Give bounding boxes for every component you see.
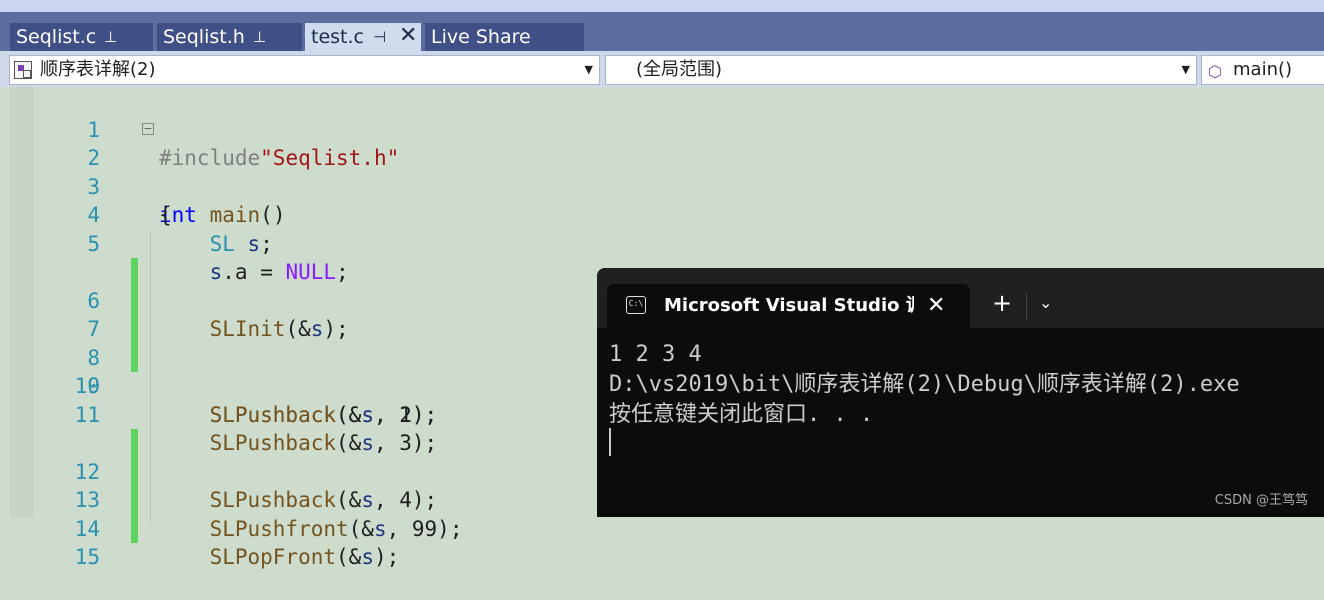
line-number: 15 (74, 545, 100, 569)
document-tab-strip: Seqlist.c ⊥ Seqlist.h ⊥ test.c ⊣ ✕ Live … (0, 12, 1324, 51)
pin-icon[interactable]: ⊥ (253, 23, 266, 51)
console-icon: C:\ (626, 296, 646, 314)
chevron-down-icon: ▼ (1181, 63, 1190, 76)
new-tab-button[interactable]: + (992, 288, 1012, 318)
code-text: SLPopFront(&s); (209, 545, 400, 569)
change-marker (131, 514, 138, 543)
tab-test-c[interactable]: test.c ⊣ ✕ (305, 23, 421, 51)
close-icon[interactable]: ✕ (399, 22, 417, 50)
project-dropdown[interactable]: 顺序表详解(2) ▼ (9, 55, 600, 85)
terminal-tab[interactable]: C:\ Microsoft Visual Studio 调试控制台 ✕ (607, 284, 970, 328)
tab-label: Live Share (431, 26, 531, 48)
project-icon (14, 61, 32, 79)
member-dropdown[interactable]: ⬡ main() (1201, 55, 1324, 85)
close-icon[interactable]: ✕ (927, 284, 945, 328)
tab-label: test.c (311, 26, 364, 48)
project-name: 顺序表详解(2) (40, 59, 156, 80)
member-name: main() (1233, 59, 1293, 80)
code-text: SLPushfront(&s, 99); (209, 516, 463, 541)
chevron-down-icon: ▼ (584, 63, 593, 76)
code-line: 4 SL s; (0, 173, 1324, 256)
divider (1026, 294, 1027, 320)
chevron-down-icon[interactable]: ⌄ (1039, 288, 1052, 318)
tab-label: Seqlist.c (16, 26, 97, 48)
terminal-titlebar: C:\ Microsoft Visual Studio 调试控制台 ✕ + ⌄ (597, 268, 1324, 328)
tab-seqlist-h[interactable]: Seqlist.h ⊥ (157, 23, 302, 51)
console-output-line: 1 2 3 4 (609, 342, 702, 367)
text-cursor (609, 428, 611, 456)
code-line: 2 − int main() (0, 116, 1324, 227)
watermark: CSDN @王笃笃 (1214, 493, 1308, 508)
collapse-icon[interactable]: − (142, 122, 154, 135)
console-output-line: D:\vs2019\bit\顺序表详解(2)\Debug\顺序表详解(2).ex… (609, 372, 1240, 397)
terminal-title: Microsoft Visual Studio 调试控制台 (664, 295, 914, 316)
scope-dropdown[interactable]: (全局范围) ▼ (605, 55, 1197, 85)
top-strip (0, 0, 1324, 12)
code-line: 5 s.a = NULL; (0, 201, 1324, 285)
scope-name: (全局范围) (636, 59, 723, 80)
pin-icon[interactable]: ⊥ (104, 23, 117, 51)
method-cube-icon: ⬡ (1208, 62, 1222, 81)
pin-icon[interactable]: ⊣ (373, 23, 386, 51)
code-line: 1 #include"Seqlist.h" (0, 87, 1324, 171)
tab-seqlist-c[interactable]: Seqlist.c ⊥ (10, 23, 153, 51)
tab-live-share[interactable]: Live Share (425, 23, 584, 51)
console-output-line: 按任意键关闭此窗口. . . (609, 402, 874, 427)
tab-label: Seqlist.h (163, 26, 245, 48)
debug-console-window[interactable]: C:\ Microsoft Visual Studio 调试控制台 ✕ + ⌄ … (597, 268, 1324, 517)
code-line: 6 SLInit(&s); (0, 230, 1324, 341)
navigation-bar: 顺序表详解(2) ▼ (全局范围) ▼ ⬡ main() (0, 51, 1324, 87)
code-line: 3 { (0, 144, 1324, 228)
